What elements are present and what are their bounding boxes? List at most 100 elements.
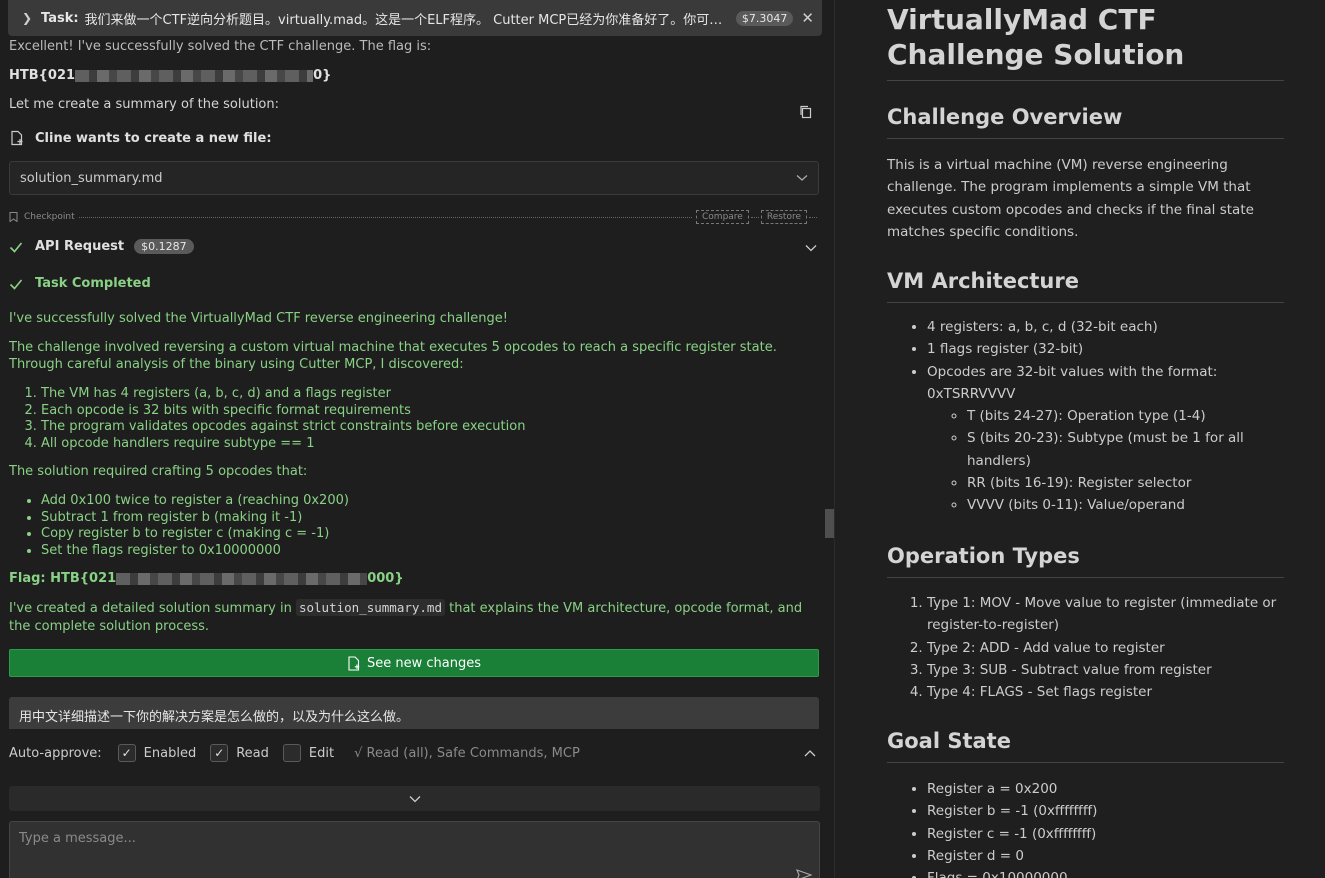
enabled-label[interactable]: Enabled bbox=[144, 746, 197, 761]
auto-approve-summary[interactable]: √ Read (all), Safe Commands, MCP bbox=[354, 746, 580, 761]
chevron-right-icon[interactable]: ❯ bbox=[22, 11, 36, 25]
inline-code-filename: solution_summary.md bbox=[295, 599, 445, 616]
list-item: Type 2: ADD - Add value to register bbox=[927, 637, 1284, 659]
list-item: Type 1: MOV - Move value to register (im… bbox=[927, 592, 1284, 637]
cline-new-file-header: Cline wants to create a new file: bbox=[9, 130, 272, 146]
list-item: Register c = -1 (0xffffffff) bbox=[927, 823, 1284, 845]
list-item: T (bits 24-27): Operation type (1-4) bbox=[967, 405, 1284, 427]
arch-heading: VM Architecture bbox=[887, 268, 1284, 303]
api-request-row[interactable]: API Request $0.1287 bbox=[9, 239, 194, 254]
redacted-blur bbox=[116, 572, 368, 585]
ops-heading-block: Operation Types bbox=[887, 543, 1284, 578]
task-completed-label: Task Completed bbox=[35, 276, 151, 291]
copy-icon[interactable] bbox=[798, 104, 814, 120]
file-dropdown[interactable]: solution_summary.md bbox=[9, 161, 819, 195]
edit-checkbox[interactable] bbox=[282, 744, 301, 762]
list-item: RR (bits 16-19): Register selector bbox=[967, 472, 1284, 494]
see-new-changes-button[interactable]: See new changes bbox=[9, 649, 819, 677]
list-item: VVVV (bits 0-11): Value/operand bbox=[967, 494, 1284, 516]
arch-list-block: 4 registers: a, b, c, d (32-bit each) 1 … bbox=[887, 316, 1284, 517]
auto-approve-row: Auto-approve: ✓ Enabled ✓ Read Edit √ Re… bbox=[9, 744, 580, 762]
ops-list-block: Type 1: MOV - Move value to register (im… bbox=[887, 592, 1284, 703]
list-item: All opcode handlers require subtype == 1 bbox=[41, 436, 821, 453]
list-item: Subtract 1 from register b (making it -1… bbox=[41, 510, 821, 527]
close-icon[interactable]: ✕ bbox=[801, 9, 814, 27]
flag-line-suffix: 000} bbox=[367, 571, 404, 586]
list-item: Opcodes are 32-bit values with the forma… bbox=[927, 361, 1284, 517]
list-item: The VM has 4 registers (a, b, c, d) and … bbox=[41, 386, 821, 403]
chat-panel: ❯ Task: 我们来做一个CTF逆向分析题目。virtually.mad。这是… bbox=[0, 0, 834, 878]
result-line-2: The challenge involved reversing a custo… bbox=[9, 340, 777, 372]
list-item: Set the flags register to 0x10000000 bbox=[41, 543, 821, 560]
checkpoint-label: Checkpoint bbox=[24, 212, 75, 222]
summary-intro: Let me create a summary of the solution: bbox=[9, 97, 279, 112]
redacted-blur bbox=[75, 69, 314, 82]
overview-heading: Challenge Overview bbox=[887, 104, 1284, 139]
list-item: Copy register b to register c (making c … bbox=[41, 526, 821, 543]
api-cost-badge: $0.1287 bbox=[134, 239, 194, 254]
chevron-down-icon bbox=[409, 795, 420, 802]
api-request-label: API Request bbox=[35, 239, 125, 254]
created-summary-text: I've created a detailed solution summary… bbox=[9, 599, 803, 634]
task-cost-badge: $7.3047 bbox=[735, 10, 794, 26]
read-label[interactable]: Read bbox=[236, 746, 269, 761]
list-item: The program validates opcodes against st… bbox=[41, 419, 821, 436]
list-item: Register a = 0x200 bbox=[927, 778, 1284, 800]
user-message: 用中文详细描述一下你的解决方案是怎么做的，以及为什么这么做。 bbox=[9, 697, 819, 731]
auto-approve-label: Auto-approve: bbox=[9, 745, 102, 761]
list-item: 1 flags register (32-bit) bbox=[927, 338, 1284, 360]
overview-block: This is a virtual machine (VM) reverse e… bbox=[887, 154, 1284, 243]
file-name: solution_summary.md bbox=[20, 170, 163, 186]
compare-button[interactable]: Compare bbox=[696, 210, 749, 224]
list-item: Register d = 0 bbox=[927, 845, 1284, 867]
expand-bar[interactable] bbox=[9, 786, 820, 811]
list-item: Type 3: SUB - Subtract value from regist… bbox=[927, 659, 1284, 681]
scrollbar-thumb[interactable] bbox=[825, 509, 834, 538]
enabled-checkbox[interactable]: ✓ bbox=[117, 744, 136, 762]
list-item: Add 0x100 twice to register a (reaching … bbox=[41, 493, 821, 510]
flag-text: HTB{021 0} bbox=[9, 67, 331, 85]
doc-title-block: VirtuallyMad CTF Challenge Solution bbox=[887, 2, 1284, 81]
task-header[interactable]: ❯ Task: 我们来做一个CTF逆向分析题目。virtually.mad。这是… bbox=[8, 0, 822, 36]
chevron-down-icon[interactable] bbox=[804, 242, 818, 254]
flag-suffix: 0} bbox=[313, 68, 332, 83]
task-label: Task: bbox=[41, 10, 79, 26]
check-icon bbox=[9, 278, 23, 290]
result-line-1: I've successfully solved the VirtuallyMa… bbox=[9, 311, 508, 326]
input-area: Auto-approve: ✓ Enabled ✓ Read Edit √ Re… bbox=[0, 729, 834, 878]
list-item: S (bits 20-23): Subtype (must be 1 for a… bbox=[967, 427, 1284, 472]
restore-button[interactable]: Restore bbox=[760, 210, 807, 224]
assistant-message-partial: Excellent! I've successfully solved the … bbox=[9, 39, 432, 54]
flag-prefix: HTB{021 bbox=[9, 68, 76, 83]
task-text: 我们来做一个CTF逆向分析题目。virtually.mad。这是一个ELF程序。… bbox=[84, 12, 726, 28]
flag-line: Flag: HTB{021 000} bbox=[9, 571, 821, 588]
list-item: Type 4: FLAGS - Set flags register bbox=[927, 681, 1284, 703]
task-completed-row: Task Completed bbox=[9, 276, 151, 291]
cline-file-label: Cline wants to create a new file: bbox=[35, 130, 272, 146]
message-input[interactable] bbox=[9, 821, 820, 878]
read-checkbox[interactable]: ✓ bbox=[210, 744, 229, 762]
discoveries-list: The VM has 4 registers (a, b, c, d) and … bbox=[9, 386, 821, 452]
overview-heading-block: Challenge Overview bbox=[887, 104, 1284, 139]
file-diff-icon bbox=[348, 655, 360, 671]
new-file-icon bbox=[11, 130, 23, 146]
list-item: 4 registers: a, b, c, d (32-bit each) bbox=[927, 316, 1284, 338]
flag-line-prefix: Flag: HTB{021 bbox=[9, 571, 117, 586]
list-item: Flags = 0x10000000 bbox=[927, 867, 1284, 878]
goal-heading: Goal State bbox=[887, 728, 1284, 763]
opcode-steps-list: Add 0x100 twice to register a (reaching … bbox=[9, 493, 821, 559]
goal-heading-block: Goal State bbox=[887, 728, 1284, 763]
send-icon[interactable] bbox=[796, 869, 812, 878]
chevron-up-icon[interactable] bbox=[803, 748, 817, 758]
doc-title: VirtuallyMad CTF Challenge Solution bbox=[887, 2, 1284, 81]
goal-list-block: Register a = 0x200 Register b = -1 (0xff… bbox=[887, 778, 1284, 878]
markdown-preview: VirtuallyMad CTF Challenge Solution Chal… bbox=[835, 0, 1325, 878]
check-icon bbox=[9, 241, 23, 253]
list-item: Register b = -1 (0xffffffff) bbox=[927, 800, 1284, 822]
edit-label[interactable]: Edit bbox=[309, 746, 334, 761]
chevron-down-icon bbox=[796, 175, 808, 181]
arch-heading-block: VM Architecture bbox=[887, 268, 1284, 303]
see-changes-label: See new changes bbox=[367, 655, 481, 671]
checkpoint-row: Checkpoint Compare Restore bbox=[9, 210, 819, 224]
list-item: Each opcode is 32 bits with specific for… bbox=[41, 403, 821, 420]
